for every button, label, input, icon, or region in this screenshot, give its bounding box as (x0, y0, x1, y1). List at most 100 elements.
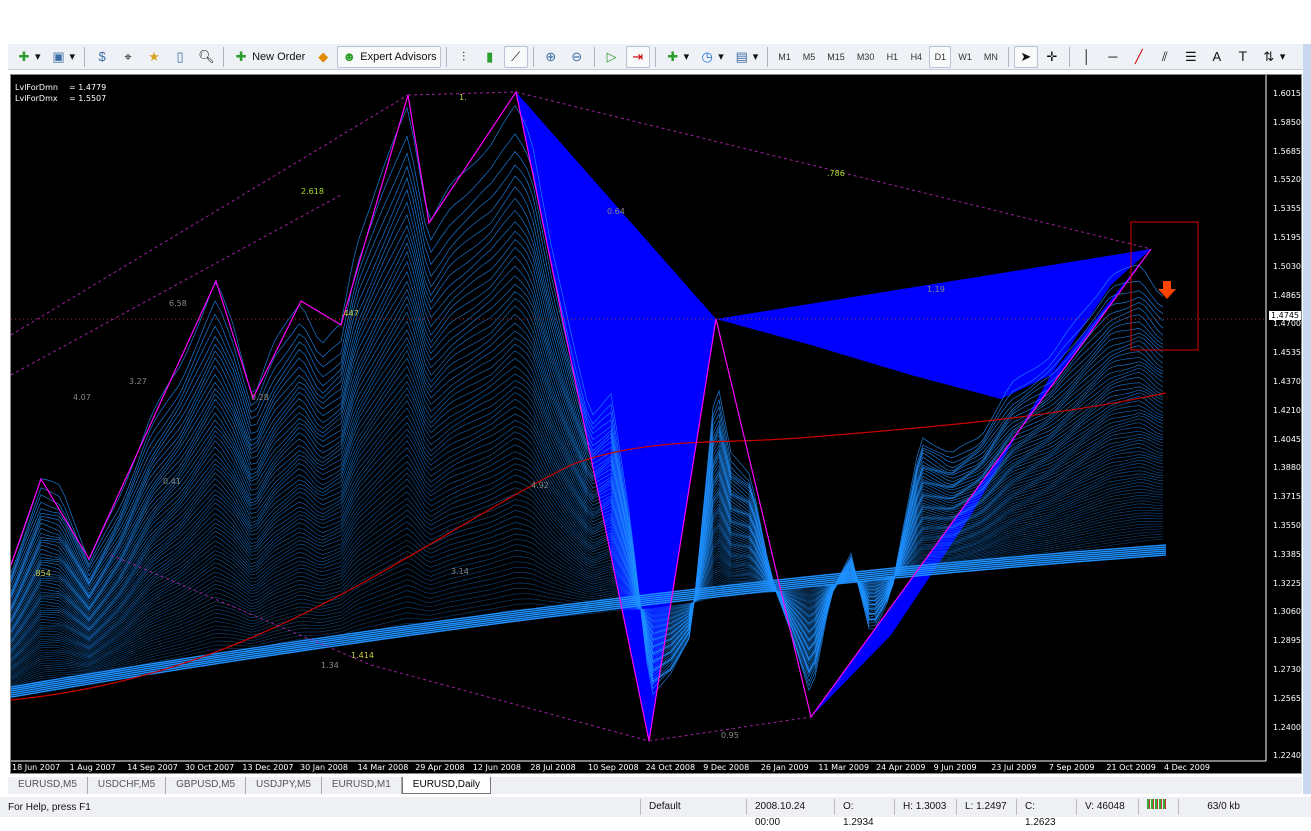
date-axis-label: 30 Oct 2007 (184, 763, 235, 772)
folder-star-icon: ★ (148, 48, 160, 64)
date-axis-label: 9 Jun 2009 (933, 763, 977, 772)
text-icon: A (1212, 48, 1222, 64)
zoom-in-icon: ⊕ (545, 48, 557, 64)
profiles-button[interactable]: ▣ ▾ (47, 46, 80, 68)
chart-shift-icon: ⇥ (632, 48, 644, 64)
candlestick-button[interactable]: ▮ (478, 46, 502, 68)
info-lvlfordmx: LvlForDmx = 1.5507 (15, 94, 106, 103)
timeframe-m5[interactable]: M5 (798, 46, 821, 68)
bar-chart-icon: ⫶ (462, 48, 466, 64)
price-axis-label: 1.4535 (1273, 348, 1301, 358)
strategy-tester-button[interactable]: 🔍︎ (194, 46, 218, 68)
vertical-line-button[interactable]: │ (1075, 46, 1099, 68)
chart-tabs: EURUSD,M5 USDCHF,M5 GBPUSD,M5 USDJPY,M5 EURU… (8, 777, 1302, 794)
fib-ratio-label: 2.618 (301, 187, 324, 196)
chart-tab[interactable]: USDJPY,M5 (246, 777, 322, 794)
info-name: LvlForDmx (15, 94, 58, 103)
chart-tab[interactable]: EURUSD,M1 (322, 777, 402, 794)
line-chart-button[interactable]: ⟋ (503, 45, 528, 68)
new-chart-button[interactable]: ✚ ▾ (12, 46, 45, 68)
bar-chart-button[interactable]: ⫶ (452, 46, 476, 68)
equidistant-channel-button[interactable]: ⫽ (1153, 46, 1177, 68)
fibonacci-button[interactable]: ☰ (1179, 46, 1203, 68)
timeframe-h4[interactable]: H4 (905, 46, 927, 68)
price-axis-label: 1.3715 (1273, 492, 1301, 502)
vertical-scrollbar[interactable] (1303, 44, 1311, 794)
fib-ratio-label: 0.28 (251, 393, 269, 402)
autoscroll-button[interactable]: ▷ (600, 46, 624, 68)
date-axis-label: 4 Dec 2009 (1164, 763, 1211, 772)
text-button[interactable]: A (1205, 46, 1229, 68)
indicators-button[interactable]: ✚ ▾ (661, 46, 694, 68)
zoom-out-button[interactable]: ⊖ (565, 46, 589, 68)
timeframe-m30[interactable]: M30 (852, 46, 880, 68)
market-watch-button[interactable]: $ (90, 46, 114, 68)
cursor-button[interactable]: ➤ (1013, 45, 1038, 68)
periods-button[interactable]: ◷ ▾ (695, 46, 728, 68)
trendline-button[interactable]: ╱ (1127, 46, 1151, 68)
status-high: H: 1.3003 (894, 799, 956, 815)
price-axis-label: 1.5355 (1273, 204, 1301, 214)
status-traffic: 63/0 kb (1178, 799, 1248, 815)
fib-dashed-line (11, 194, 342, 376)
timeframe-w1[interactable]: W1 (953, 46, 977, 68)
arrows-button[interactable]: ⇅ ▾ (1257, 46, 1290, 68)
metaeditor-button[interactable]: ◆ (311, 46, 335, 68)
fib-ratio-label: 4.92 (531, 481, 549, 490)
status-profile: Default (640, 799, 746, 815)
candlestick-icon: ▮ (486, 48, 494, 64)
text-label-button[interactable]: Ｔ (1231, 46, 1255, 68)
pattern-fill (716, 249, 1151, 399)
timeframe-m15[interactable]: M15 (822, 46, 850, 68)
zoom-in-button[interactable]: ⊕ (539, 46, 563, 68)
date-axis-label: 29 Apr 2008 (415, 763, 465, 772)
templates-button[interactable]: ▤ ▾ (730, 46, 763, 68)
date-axis-label: 14 Sep 2007 (127, 763, 178, 772)
timeframe-d1[interactable]: D1 (929, 45, 952, 68)
price-axis-label: 1.4865 (1273, 290, 1301, 300)
price-axis-label: 1.2240 (1273, 751, 1301, 761)
fib-ratio-label: 0.95 (721, 731, 739, 740)
fib-ratio-label: 0.41 (163, 477, 181, 486)
magnifier-icon: 🔍︎ (198, 48, 215, 64)
data-window-button[interactable]: ⌖ (116, 46, 140, 68)
expert-advisors-button[interactable]: ☻ Expert Advisors (337, 45, 441, 68)
templates-icon: ▤ (735, 48, 748, 64)
channel-icon: ⫽ (1161, 48, 1168, 64)
horizontal-line-button[interactable]: ─ (1101, 46, 1125, 68)
fib-dashed-line (370, 664, 650, 742)
timeframe-h1[interactable]: H1 (881, 46, 903, 68)
chart-tab[interactable]: GBPUSD,M5 (166, 777, 247, 794)
new-order-button[interactable]: ✚ New Order (229, 46, 309, 68)
crosshair-icon: ⌖ (124, 48, 132, 64)
profiles-icon: ▣ (52, 48, 65, 64)
price-axis-label: 1.3385 (1273, 549, 1301, 559)
crosshair-button[interactable]: ✛ (1040, 46, 1064, 68)
info-value: = 1.5507 (69, 94, 107, 103)
price-axis-label: 1.4045 (1273, 434, 1301, 444)
market-watch-icon: $ (98, 48, 106, 64)
chart-tab[interactable]: EURUSD,Daily (401, 777, 492, 794)
timeframe-mn[interactable]: MN (979, 46, 1003, 68)
terminal-icon: ▯ (176, 48, 184, 64)
chart-shift-button[interactable]: ⇥ (625, 45, 650, 68)
price-axis-label: 1.4700 (1273, 319, 1301, 329)
fib-ratio-label: 1.34 (321, 661, 339, 670)
chart-tab[interactable]: EURUSD,M5 (8, 777, 88, 794)
date-axis-label: 23 Jul 2009 (991, 763, 1037, 772)
navigator-button[interactable]: ★ (142, 46, 166, 68)
price-chart[interactable]: LvlForDmn = 1.4779 LvlForDmx = 1.5507 1.60… (10, 74, 1302, 774)
status-bar: For Help, press F1 Default 2008.10.24 00… (0, 797, 1311, 828)
price-axis-label: 1.5195 (1273, 233, 1301, 242)
autoscroll-icon: ▷ (606, 48, 617, 64)
terminal-button[interactable]: ▯ (168, 46, 192, 68)
info-lvlfordmn: LvlForDmn = 1.4779 (15, 83, 106, 92)
date-axis-label: 10 Sep 2008 (588, 763, 639, 772)
fib-ratio-label: 1.19 (927, 285, 945, 294)
chart-tab[interactable]: USDCHF,M5 (88, 777, 167, 794)
fib-ratio-label: 6.58 (169, 299, 187, 308)
status-close: C: 1.2623 (1016, 799, 1076, 828)
status-volume: V: 46048 (1076, 799, 1138, 815)
timeframe-m1[interactable]: M1 (773, 46, 796, 68)
fib-ratio-label: 4.07 (73, 393, 91, 402)
